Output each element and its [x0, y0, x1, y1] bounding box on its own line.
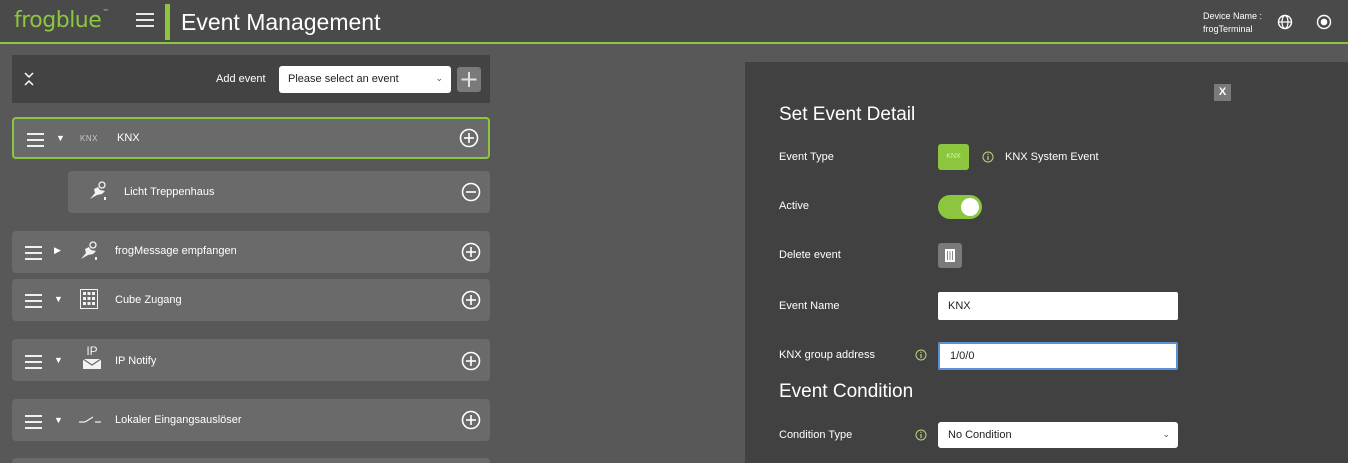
event-label: Licht Treppenhaus	[124, 186, 215, 198]
drag-handle-icon[interactable]	[25, 246, 42, 264]
switch-icon	[79, 416, 101, 423]
add-action-icon[interactable]	[461, 242, 481, 262]
radio-icon[interactable]	[1316, 14, 1332, 30]
event-label: IP Notify	[115, 355, 157, 367]
event-type-value: KNX System Event	[1005, 151, 1099, 163]
knx-group-address-label: KNX group address	[779, 349, 875, 361]
add-event-select[interactable]: Please select an event ⌄	[279, 66, 451, 93]
frog-icon	[90, 181, 106, 200]
collapse-all-icon[interactable]	[23, 69, 35, 89]
event-detail-panel: X Set Event Detail Event Type KNX KNX Sy…	[745, 62, 1348, 463]
event-row-ip-notify[interactable]: ▼ IP IP Notify	[12, 339, 490, 381]
frogblue-logo: frogblue™	[14, 8, 109, 33]
delete-event-label: Delete event	[779, 249, 841, 261]
event-name-input[interactable]: KNX	[938, 292, 1178, 320]
device-name-value: frogTerminal	[1203, 24, 1253, 34]
info-icon	[915, 429, 927, 441]
event-label: KNX	[117, 132, 140, 144]
device-name-label: Device Name :	[1203, 11, 1263, 21]
frog-icon	[81, 241, 97, 260]
add-event-select-value: Please select an event	[288, 73, 399, 85]
event-name-label: Event Name	[779, 300, 840, 312]
detail-title: Set Event Detail	[779, 104, 916, 125]
event-row-lokaler-eingangsausloeser[interactable]: ▼ Lokaler Eingangsauslöser	[12, 399, 490, 441]
drag-handle-icon[interactable]	[25, 355, 42, 373]
event-name-value: KNX	[948, 300, 971, 312]
event-label: Lokaler Eingangsauslöser	[115, 414, 242, 426]
add-event-toolbar: Add event Please select an event ⌄	[12, 55, 490, 103]
add-action-icon[interactable]	[459, 128, 479, 148]
knx-icon: KNX	[80, 134, 98, 143]
add-action-icon[interactable]	[461, 290, 481, 310]
event-label: frogMessage empfangen	[115, 245, 237, 257]
device-info: Device Name : frogTerminal	[1203, 10, 1262, 36]
expand-arrow-icon[interactable]: ▼	[54, 294, 63, 304]
expand-arrow-icon[interactable]: ▼	[56, 133, 65, 143]
active-toggle[interactable]	[938, 195, 982, 219]
event-row-knx[interactable]: ▼ KNX KNX	[12, 117, 490, 159]
event-condition-title: Event Condition	[779, 381, 914, 402]
expand-arrow-icon[interactable]: ▶	[54, 245, 61, 256]
condition-type-value: No Condition	[948, 429, 1012, 441]
menu-icon[interactable]	[136, 13, 154, 29]
info-icon	[915, 349, 927, 361]
close-button[interactable]: X	[1214, 84, 1231, 101]
toggle-knob	[961, 198, 979, 216]
add-action-icon[interactable]	[461, 351, 481, 371]
trash-icon[interactable]	[938, 243, 962, 268]
globe-icon[interactable]	[1277, 14, 1293, 30]
drag-handle-icon[interactable]	[27, 133, 44, 151]
info-icon	[982, 151, 994, 163]
chevron-down-icon: ⌄	[435, 73, 443, 83]
knx-group-address-input[interactable]: 1/0/0	[938, 342, 1178, 370]
event-type-label: Event Type	[779, 151, 834, 163]
expand-arrow-icon[interactable]: ▼	[54, 355, 63, 365]
add-action-icon[interactable]	[461, 410, 481, 430]
active-label: Active	[779, 200, 809, 212]
drag-handle-icon[interactable]	[25, 294, 42, 312]
knx-group-address-value: 1/0/0	[950, 350, 975, 362]
add-event-button[interactable]	[457, 67, 481, 92]
condition-type-label: Condition Type	[779, 429, 853, 441]
event-row-frogmessage[interactable]: ▶ frogMessage empfangen	[12, 231, 490, 273]
keypad-icon	[80, 289, 98, 309]
top-bar: frogblue™ Event Management Device Name :…	[0, 0, 1348, 44]
page-title: Event Management	[181, 9, 381, 35]
event-action-row[interactable]: Licht Treppenhaus	[68, 171, 490, 213]
drag-handle-icon[interactable]	[25, 415, 42, 433]
event-row-cube-zugang[interactable]: ▼ Cube Zugang	[12, 279, 490, 321]
add-event-label: Add event	[216, 73, 266, 85]
ip-mail-icon: IP	[82, 345, 102, 373]
chevron-down-icon: ⌄	[1162, 429, 1170, 439]
ip-icon-text: IP	[86, 344, 98, 358]
event-label: Cube Zugang	[115, 294, 182, 306]
title-accent-bar	[165, 4, 170, 40]
condition-type-select[interactable]: No Condition ⌄	[938, 422, 1178, 448]
knx-badge-icon: KNX	[938, 144, 969, 170]
expand-arrow-icon[interactable]: ▼	[54, 415, 63, 425]
event-row-partial	[12, 458, 490, 463]
remove-action-icon[interactable]	[461, 182, 481, 202]
